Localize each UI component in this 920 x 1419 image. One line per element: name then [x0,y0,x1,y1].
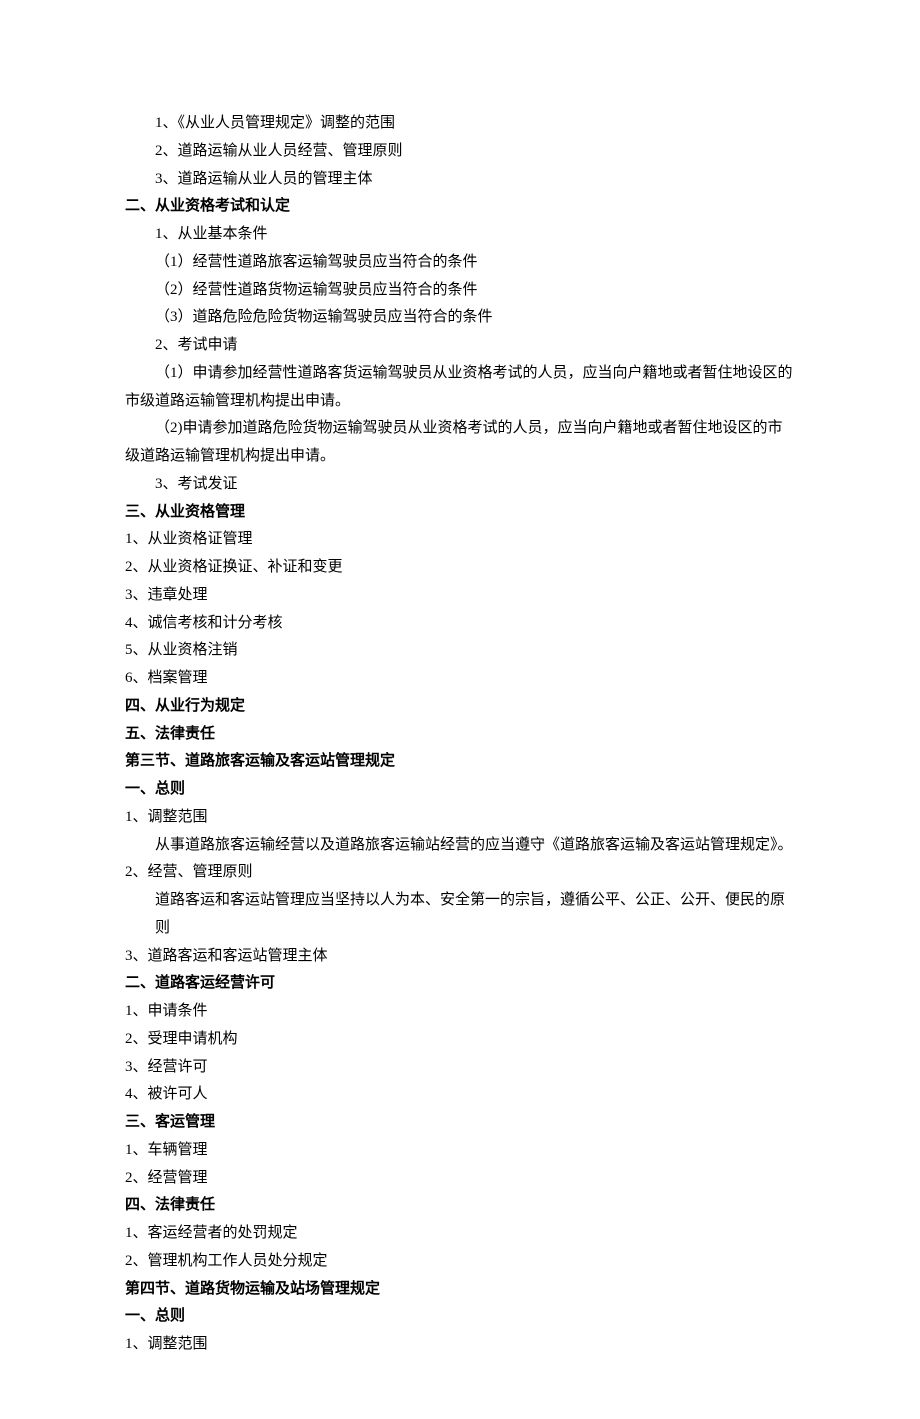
text-line: 4、诚信考核和计分考核 [125,610,795,638]
text-line: 第四节、道路货物运输及站场管理规定 [125,1276,795,1304]
text-line: 3、道路运输从业人员的管理主体 [125,166,795,194]
text-line: 2、从业资格证换证、补证和变更 [125,554,795,582]
text-line: 二、道路客运经营许可 [125,970,795,998]
text-line: 6、档案管理 [125,665,795,693]
text-line: 四、从业行为规定 [125,693,795,721]
text-line: 3、道路客运和客运站管理主体 [125,943,795,971]
text-line: 三、客运管理 [125,1109,795,1137]
text-line: 4、被许可人 [125,1081,795,1109]
text-line: 1、车辆管理 [125,1137,795,1165]
text-line: 五、法律责任 [125,721,795,749]
text-line: 2、经营、管理原则 [125,859,795,887]
text-line: 3、考试发证 [125,471,795,499]
text-line: （1）申请参加经营性道路客货运输驾驶员从业资格考试的人员，应当向户籍地或者暂住地… [125,360,795,416]
text-line: 1、调整范围 [125,1331,795,1359]
text-line: 3、经营许可 [125,1054,795,1082]
text-line: 2、受理申请机构 [125,1026,795,1054]
text-line: 2、管理机构工作人员处分规定 [125,1248,795,1276]
text-line: 一、总则 [125,776,795,804]
text-line: 道路客运和客运站管理应当坚持以人为本、安全第一的宗旨，遵循公平、公正、公开、便民… [125,887,795,943]
text-line: 四、法律责任 [125,1192,795,1220]
text-line: 1、从业基本条件 [125,221,795,249]
text-line: （3）道路危险危险货物运输驾驶员应当符合的条件 [125,304,795,332]
text-line: （2）经营性道路货物运输驾驶员应当符合的条件 [125,277,795,305]
text-line: 2、经营管理 [125,1165,795,1193]
text-line: 2、考试申请 [125,332,795,360]
text-line: 3、违章处理 [125,582,795,610]
text-line: 第三节、道路旅客运输及客运站管理规定 [125,748,795,776]
text-line: 一、总则 [125,1303,795,1331]
text-line: 从事道路旅客运输经营以及道路旅客运输站经营的应当遵守《道路旅客运输及客运站管理规… [125,832,795,860]
text-line: 1、从业资格证管理 [125,526,795,554]
text-line: 二、从业资格考试和认定 [125,193,795,221]
text-line: 1、申请条件 [125,998,795,1026]
text-line: 三、从业资格管理 [125,499,795,527]
text-line: （2)申请参加道路危险货物运输驾驶员从业资格考试的人员，应当向户籍地或者暂住地设… [125,415,795,471]
text-line: 1、调整范围 [125,804,795,832]
text-line: 2、道路运输从业人员经营、管理原则 [125,138,795,166]
text-line: 1、客运经营者的处罚规定 [125,1220,795,1248]
text-line: （1）经营性道路旅客运输驾驶员应当符合的条件 [125,249,795,277]
document-body: 1、《从业人员管理规定》调整的范围2、道路运输从业人员经营、管理原则3、道路运输… [125,110,795,1359]
text-line: 1、《从业人员管理规定》调整的范围 [125,110,795,138]
text-line: 5、从业资格注销 [125,637,795,665]
